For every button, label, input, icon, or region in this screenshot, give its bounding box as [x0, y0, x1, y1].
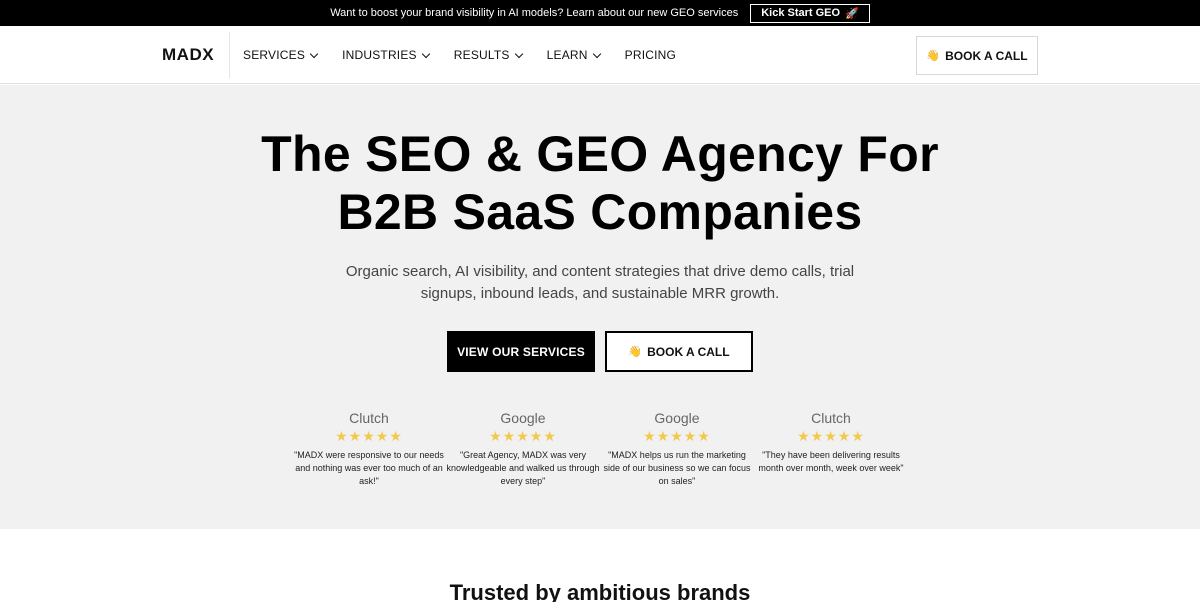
nav-item-results[interactable]: RESULTS — [453, 48, 523, 62]
review-quote: "Great Agency, MADX was very knowledgeab… — [446, 450, 600, 486]
nav-item-industries[interactable]: INDUSTRIES — [342, 48, 431, 62]
nav-book-call-button[interactable]: 👋 BOOK A CALL — [916, 36, 1038, 75]
view-services-label: VIEW OUR SERVICES — [457, 344, 585, 359]
hero-book-call-label: BOOK A CALL — [647, 344, 730, 359]
review-card: Clutch ★★★★★ "They have been delivering … — [754, 409, 908, 488]
nav-item-label: INDUSTRIES — [342, 48, 417, 62]
kick-start-geo-button[interactable]: Kick Start GEO 🚀 — [750, 3, 870, 23]
nav-item-services[interactable]: SERVICES — [243, 48, 319, 62]
google-logo: Google — [654, 410, 700, 426]
star-rating: ★★★★★ — [797, 428, 865, 444]
hero-subtext: Organic search, AI visibility, and conte… — [345, 263, 855, 302]
main-navigation: MADX SERVICES INDUSTRIES RESULTS LEARN P… — [0, 26, 1200, 84]
star-rating: ★★★★★ — [489, 428, 557, 444]
review-card: Google ★★★★★ "MADX helps us run the mark… — [600, 409, 754, 488]
announcement-text: Want to boost your brand visibility in A… — [330, 7, 739, 19]
reviews-row: Clutch ★★★★★ "MADX were responsive to ou… — [292, 409, 908, 488]
review-quote: "MADX were responsive to our needs and n… — [294, 450, 444, 486]
hand-wave-icon: 👋 — [926, 50, 941, 62]
clutch-logo: Clutch — [811, 410, 851, 426]
view-services-button[interactable]: VIEW OUR SERVICES — [447, 331, 595, 372]
nav-item-label: SERVICES — [243, 48, 306, 62]
headline-line-2: B2B SaaS Companies — [337, 184, 863, 240]
headline-line-1: The SEO & GEO Agency For — [261, 126, 939, 182]
nav-book-call-label: BOOK A CALL — [945, 48, 1028, 63]
review-quote: "MADX helps us run the marketing side of… — [603, 450, 751, 486]
nav-menu: SERVICES INDUSTRIES RESULTS LEARN PRICIN… — [243, 26, 676, 84]
nav-item-label: PRICING — [624, 48, 677, 62]
announcement-bar: Want to boost your brand visibility in A… — [0, 0, 1200, 26]
chevron-down-icon — [514, 49, 523, 58]
logo[interactable]: MADX — [162, 45, 214, 65]
nav-item-label: LEARN — [546, 48, 588, 62]
nav-item-label: RESULTS — [453, 48, 510, 62]
star-rating: ★★★★★ — [335, 428, 403, 444]
nav-divider — [229, 32, 230, 78]
review-quote: "They have been delivering results month… — [758, 450, 904, 473]
star-rating: ★★★★★ — [643, 428, 711, 444]
nav-item-learn[interactable]: LEARN — [546, 48, 601, 62]
nav-item-pricing[interactable]: PRICING — [625, 48, 676, 62]
google-logo: Google — [500, 410, 546, 426]
clutch-logo: Clutch — [349, 410, 389, 426]
chevron-down-icon — [592, 49, 601, 58]
chevron-down-icon — [421, 49, 431, 58]
trusted-heading: Trusted by ambitious brands — [449, 580, 751, 602]
review-card: Clutch ★★★★★ "MADX were responsive to ou… — [292, 409, 446, 488]
chevron-down-icon — [309, 49, 319, 58]
hero-section: The SEO & GEO Agency For B2B SaaS Compan… — [0, 85, 1200, 529]
rocket-icon: 🚀 — [845, 7, 859, 20]
kick-start-geo-label: Kick Start GEO — [761, 7, 841, 19]
hero-book-call-button[interactable]: 👋 BOOK A CALL — [605, 331, 753, 372]
review-card: Google ★★★★★ "Great Agency, MADX was ver… — [446, 409, 600, 488]
hero-headline: The SEO & GEO Agency For B2B SaaS Compan… — [0, 125, 1200, 241]
hand-wave-icon: 👋 — [628, 346, 643, 358]
